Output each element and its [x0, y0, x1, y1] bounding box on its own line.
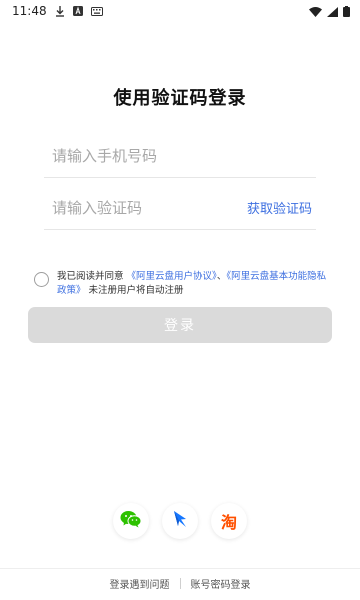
- signal-icon: [327, 2, 338, 21]
- third-party-login: 淘: [0, 503, 360, 539]
- status-bar: 11:48: [0, 0, 360, 22]
- agreement-row: 我已阅读并同意 《阿里云盘用户协议》、《阿里云盘基本功能隐私政策》 未注册用户将…: [34, 270, 334, 298]
- login-button[interactable]: 登录: [28, 307, 332, 343]
- phone-field: [44, 134, 316, 178]
- status-left: 11:48: [12, 4, 103, 18]
- wechat-login-button[interactable]: [113, 503, 149, 539]
- user-agreement-link[interactable]: 《阿里云盘用户协议》: [127, 271, 217, 282]
- battery-icon: [343, 2, 350, 21]
- wechat-icon: [120, 510, 142, 532]
- taobao-login-button[interactable]: 淘: [211, 503, 247, 539]
- password-login-link[interactable]: 账号密码登录: [191, 576, 251, 591]
- page-title: 使用验证码登录: [113, 88, 247, 109]
- agreement-prefix: 我已阅读并同意: [57, 271, 124, 282]
- notification-a-icon: [72, 6, 83, 16]
- login-problem-link[interactable]: 登录遇到问题: [110, 576, 170, 591]
- verification-code-input[interactable]: [44, 186, 247, 229]
- download-icon: [55, 5, 65, 17]
- bottom-divider: [0, 568, 360, 569]
- bottom-links-separator: [179, 578, 181, 589]
- bottom-links: 登录遇到问题 账号密码登录: [0, 576, 360, 591]
- login-button-label: 登录: [164, 318, 196, 334]
- phone-input[interactable]: [44, 134, 316, 177]
- agreement-text: 我已阅读并同意 《阿里云盘用户协议》、《阿里云盘基本功能隐私政策》 未注册用户将…: [57, 270, 334, 298]
- agreement-checkbox[interactable]: [34, 272, 49, 287]
- wifi-icon: [309, 2, 322, 21]
- status-right: [309, 2, 350, 21]
- verification-code-field: 获取验证码: [44, 186, 316, 230]
- agreement-suffix: 未注册用户将自动注册: [88, 285, 184, 296]
- alipay-icon: [170, 509, 190, 533]
- alipay-login-button[interactable]: [162, 503, 198, 539]
- taobao-icon: 淘: [220, 513, 237, 532]
- keyboard-icon: [90, 6, 103, 16]
- status-time: 11:48: [12, 4, 47, 18]
- agreement-separator: 、: [216, 271, 227, 282]
- get-code-button[interactable]: 获取验证码: [247, 198, 316, 217]
